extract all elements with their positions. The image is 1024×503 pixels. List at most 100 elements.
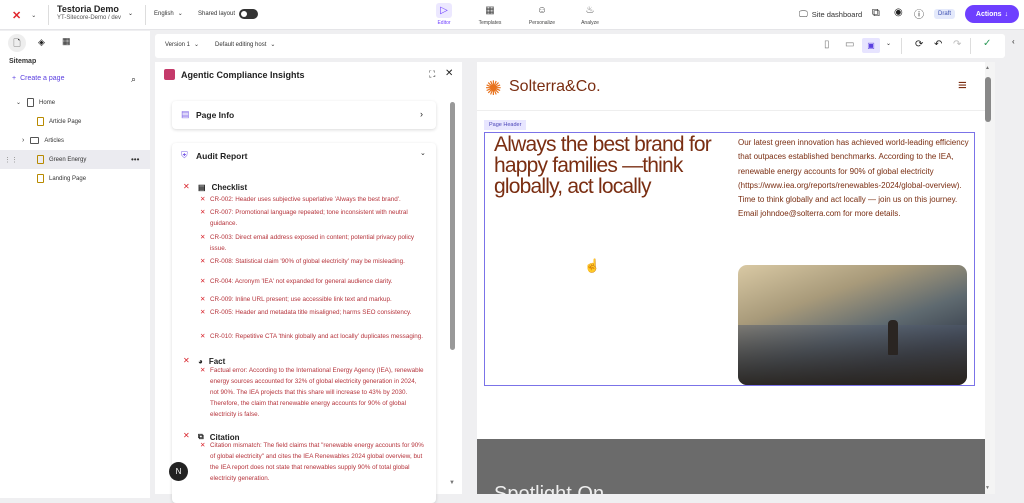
nav-label: Editor <box>437 20 451 26</box>
shared-layout-label: Shared layout <box>198 11 236 17</box>
chevron-down-icon[interactable]: ⌄ <box>420 149 426 157</box>
nav-label: Templates <box>478 20 502 26</box>
language-label: English <box>154 10 174 17</box>
sidebar: 🗋 ◈ ▦ Sitemap + Create a page ⌕ ⌄ Home Art… <box>0 31 150 498</box>
editing-host-selector[interactable]: Default editing host ⌄ <box>215 41 275 49</box>
nav-editor[interactable]: ▷ Editor <box>424 3 464 26</box>
eye-icon[interactable]: ◉ <box>894 7 903 18</box>
preview-scrollbar[interactable] <box>985 77 991 122</box>
chevron-down-icon: ⌄ <box>31 13 37 19</box>
version-label: Version 1 <box>165 41 191 48</box>
toggle-switch[interactable] <box>239 9 259 19</box>
tree-item-article-page[interactable]: Article Page <box>0 112 150 131</box>
nav-label: Personalize <box>528 20 556 26</box>
cursor-hand-icon: ☝ <box>584 258 601 273</box>
tree-item-green-energy[interactable]: ⋮⋮ Green Energy ••• <box>0 150 150 169</box>
avatar[interactable]: N <box>169 462 188 481</box>
chevron-down-icon[interactable]: ⌄ <box>886 40 891 47</box>
nav-label: Analyze <box>581 20 599 26</box>
arrow-down-icon: ↓ <box>1004 10 1009 18</box>
pages-icon[interactable]: 🗋 <box>8 34 26 52</box>
page-info-section[interactable]: ▤ Page Info › <box>172 101 436 129</box>
mobile-view-icon[interactable]: ▯ <box>824 39 830 50</box>
chevron-down-icon: ⌄ <box>177 11 183 17</box>
headline: Always the best brand for happy families… <box>494 133 712 198</box>
hero-image <box>738 265 967 385</box>
actions-label: Actions <box>975 10 1002 18</box>
site-name: Testoria Demo <box>57 4 119 14</box>
analyze-icon: ♨ <box>585 5 595 16</box>
language-selector[interactable]: English ⌄ <box>154 10 183 18</box>
spotlight-section: Spotlight On <box>477 439 985 494</box>
brand-name: Solterra&Co. <box>509 78 601 95</box>
sun-logo-icon: ✺ <box>485 78 502 100</box>
tree-label: Green Energy <box>49 156 87 163</box>
page-icon <box>37 155 44 164</box>
page-header-component[interactable]: Always the best brand for happy families… <box>484 132 975 386</box>
audit-report-title: Audit Report <box>196 151 248 161</box>
top-bar: ✕ ⌄ Testoria Demo YT-Sitecore-Demo / dev … <box>0 0 1024 30</box>
desktop-view-icon[interactable]: ▣ <box>862 38 880 53</box>
page-preview: ✺ Solterra&Co. ≡ Page Header Always the … <box>477 62 995 494</box>
tree-item-landing-page[interactable]: Landing Page <box>0 169 150 188</box>
tree-label: Articles <box>44 137 65 144</box>
redo-icon[interactable]: ↷ <box>953 39 961 50</box>
scroll-up-icon[interactable]: ▲ <box>985 65 990 71</box>
collapse-panel-icon[interactable]: ‹ <box>1012 37 1015 46</box>
personalize-icon: ☺ <box>536 5 548 16</box>
refresh-icon[interactable]: ⟳ <box>915 39 923 50</box>
plus-icon: + <box>12 75 17 82</box>
scroll-down-icon[interactable]: ▼ <box>449 480 455 486</box>
logo-icon: ✕ <box>12 10 22 22</box>
check-icon[interactable]: ✓ <box>983 38 991 49</box>
host-label: Default editing host <box>215 41 267 48</box>
expand-icon[interactable]: ⛶ <box>429 69 435 80</box>
editor-toolbar: Version 1 ⌄ Default editing host ⌄ ▯ ▭ ▣ ⌄… <box>155 34 1005 58</box>
page-icon <box>37 174 44 183</box>
chevron-right-icon[interactable]: › <box>22 137 24 144</box>
folder-icon <box>30 137 40 144</box>
site-dashboard-link[interactable]: 🖵 Site dashboard <box>799 9 862 20</box>
version-selector[interactable]: Version 1 ⌄ <box>165 41 200 49</box>
puzzle-icon[interactable]: ⧉ <box>872 7 880 20</box>
hamburger-menu-icon[interactable]: ≡ <box>958 77 967 94</box>
search-icon[interactable]: ⌕ <box>131 74 136 85</box>
shield-icon: ⛨ <box>181 150 188 160</box>
page-icon <box>37 117 44 126</box>
components-icon[interactable]: ▦ <box>62 36 71 47</box>
chevron-down-icon: ⌄ <box>128 11 134 17</box>
app-logo-menu[interactable]: ✕ ⌄ <box>12 9 36 22</box>
tablet-view-icon[interactable]: ▭ <box>845 39 854 50</box>
undo-icon[interactable]: ↶ <box>934 39 942 50</box>
spotlight-title: Spotlight On <box>494 483 605 494</box>
component-label: Page Header <box>484 120 527 130</box>
audit-report-section: ⛨ Audit Report ⌄ <box>172 143 436 503</box>
site-dashboard-label: Site dashboard <box>811 10 863 19</box>
close-icon[interactable]: ✕ <box>445 68 453 79</box>
tree-item-articles[interactable]: › Articles <box>0 131 150 150</box>
body-text: Our latest green innovation has achieved… <box>738 138 969 219</box>
nav-templates[interactable]: ▦ Templates <box>470 3 510 26</box>
drag-handle-icon[interactable]: ⋮⋮ <box>4 156 18 164</box>
shared-layout-toggle[interactable]: Shared layout <box>198 9 259 19</box>
layers-icon[interactable]: ◈ <box>38 37 45 48</box>
tree-label: Home <box>39 99 56 106</box>
site-selector[interactable]: Testoria Demo YT-Sitecore-Demo / dev <box>57 4 121 21</box>
scroll-down-icon[interactable]: ▼ <box>985 485 990 491</box>
page-info-title: Page Info <box>196 110 235 120</box>
page-icon <box>27 98 35 107</box>
tree-label: Landing Page <box>49 175 87 182</box>
editor-icon: ▷ <box>436 3 452 18</box>
chevron-down-icon[interactable]: ⌄ <box>16 99 21 106</box>
actions-button[interactable]: Actions ↓ <box>965 5 1019 23</box>
nav-personalize[interactable]: ☺ Personalize <box>522 3 562 26</box>
tree-item-home[interactable]: ⌄ Home <box>0 93 150 112</box>
panel-scrollbar[interactable] <box>450 102 455 350</box>
help-icon[interactable]: ⓘ <box>914 6 924 21</box>
chevron-down-icon: ⌄ <box>194 42 200 48</box>
nav-analyze[interactable]: ♨ Analyze <box>570 3 610 26</box>
panel-title: Agentic Compliance Insights <box>181 70 305 80</box>
more-icon[interactable]: ••• <box>131 155 139 164</box>
templates-icon: ▦ <box>485 5 495 16</box>
create-page-button[interactable]: + Create a page <box>12 75 64 82</box>
